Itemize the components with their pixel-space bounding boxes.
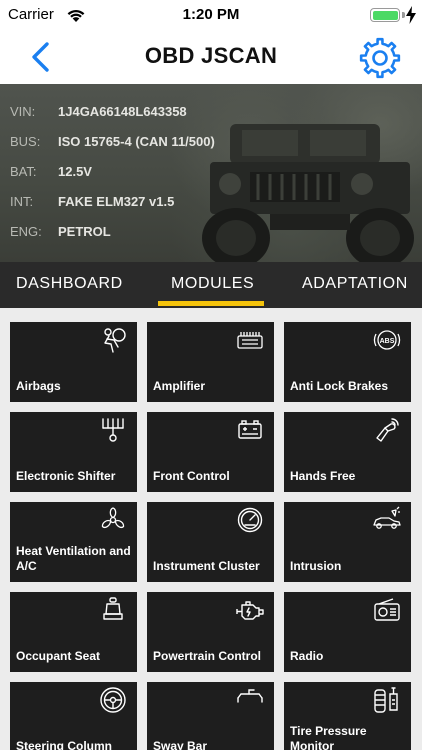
- vin-row: VIN: 1J4GA66148L643358: [10, 104, 187, 124]
- module-tile-hands-free[interactable]: Hands Free: [284, 412, 411, 492]
- int-value: FAKE ELM327 v1.5: [58, 194, 175, 209]
- module-tile-anti-lock-brakes[interactable]: ABS Anti Lock Brakes: [284, 322, 411, 402]
- app-screen: Carrier 1:20 PM OBD JSCAN VIN: 1J4GA6614…: [0, 0, 422, 750]
- svg-text:ABS: ABS: [380, 338, 395, 345]
- charging-bolt-icon: [406, 6, 416, 24]
- module-label: Intrusion: [290, 559, 342, 573]
- settings-gear-icon[interactable]: [358, 36, 402, 80]
- module-tile-amplifier[interactable]: Amplifier: [147, 322, 274, 402]
- module-tile-intrusion[interactable]: Intrusion: [284, 502, 411, 582]
- bus-key: BUS:: [10, 134, 41, 149]
- steering-wheel-icon: [100, 687, 126, 713]
- module-label: Anti Lock Brakes: [290, 379, 389, 393]
- module-label: Front Control: [153, 469, 230, 483]
- engine-row: ENG: PETROL: [10, 224, 111, 244]
- module-label: Instrument Cluster: [153, 559, 260, 573]
- battery-tip: [402, 12, 405, 18]
- module-label: Radio: [290, 649, 324, 663]
- module-tile-front-control[interactable]: Front Control: [147, 412, 274, 492]
- module-tile-radio[interactable]: Radio: [284, 592, 411, 672]
- amplifier-icon: [237, 332, 263, 349]
- seat-icon: [103, 597, 123, 620]
- gauge-icon: [237, 507, 263, 533]
- interface-row: INT: FAKE ELM327 v1.5: [10, 194, 174, 214]
- module-tile-hvac[interactable]: Heat Ventilation and A/C: [10, 502, 137, 582]
- status-bar: Carrier 1:20 PM: [0, 0, 422, 30]
- status-time: 1:20 PM: [182, 6, 240, 23]
- module-label: Steering Column: [16, 739, 113, 750]
- sway-bar-icon: [237, 689, 263, 703]
- module-tile-occupant-seat[interactable]: Occupant Seat: [10, 592, 137, 672]
- module-tile-tire-pressure-monitor[interactable]: Tire Pressure Monitor: [284, 682, 411, 750]
- vehicle-info-panel: VIN: 1J4GA66148L643358 BUS: ISO 15765-4 …: [0, 84, 422, 262]
- vin-value: 1J4GA66148L643358: [58, 104, 187, 119]
- module-label: Sway Bar: [153, 739, 208, 750]
- tab-adaptation[interactable]: ADAPTATION: [302, 275, 408, 293]
- module-label: Hands Free: [290, 469, 356, 483]
- module-label: Electronic Shifter: [16, 469, 116, 483]
- module-tile-electronic-shifter[interactable]: Electronic Shifter: [10, 412, 137, 492]
- battery-level-fill: [372, 10, 398, 20]
- engine-icon: [236, 601, 264, 620]
- battery-voltage-row: BAT: 12.5V: [10, 164, 92, 184]
- bus-row: BUS: ISO 15765-4 (CAN 11/500): [10, 134, 215, 154]
- car-battery-icon: [238, 420, 262, 439]
- battery-icon: [370, 8, 400, 22]
- vin-key: VIN:: [10, 104, 36, 119]
- radio-icon: [374, 598, 400, 621]
- jeep-photo-background: [202, 124, 414, 262]
- module-label: Airbags: [16, 379, 61, 393]
- eng-key: ENG:: [10, 224, 42, 239]
- module-label: Occupant Seat: [16, 649, 101, 663]
- car-alarm-icon: [373, 506, 401, 529]
- gear-shifter-icon: [102, 418, 124, 442]
- fan-icon: [101, 507, 125, 529]
- hands-free-icon: [376, 418, 399, 442]
- int-key: INT:: [10, 194, 34, 209]
- module-tile-instrument-cluster[interactable]: Instrument Cluster: [147, 502, 274, 582]
- tire-pressure-icon: [374, 687, 398, 713]
- navigation-bar: OBD JSCAN: [0, 30, 422, 84]
- module-tile-airbags[interactable]: Airbags: [10, 322, 137, 402]
- module-label: Amplifier: [153, 379, 206, 393]
- bus-value: ISO 15765-4 (CAN 11/500): [58, 134, 215, 149]
- module-label: Tire Pressure Monitor: [290, 724, 367, 750]
- airbag-icon: [104, 328, 126, 353]
- module-tile-powertrain-control[interactable]: Powertrain Control: [147, 592, 274, 672]
- eng-value: PETROL: [58, 224, 111, 239]
- bat-key: BAT:: [10, 164, 37, 179]
- module-tile-sway-bar[interactable]: Sway Bar: [147, 682, 274, 750]
- module-tile-steering-column[interactable]: Steering Column: [10, 682, 137, 750]
- active-tab-indicator: [158, 301, 264, 306]
- abs-icon: ABS: [373, 330, 401, 350]
- module-label: Powertrain Control: [153, 649, 262, 663]
- module-label: Heat Ventilation and A/C: [16, 544, 131, 573]
- tab-dashboard[interactable]: DASHBOARD: [16, 275, 123, 293]
- bat-value: 12.5V: [58, 164, 92, 179]
- tab-modules[interactable]: MODULES: [171, 275, 254, 293]
